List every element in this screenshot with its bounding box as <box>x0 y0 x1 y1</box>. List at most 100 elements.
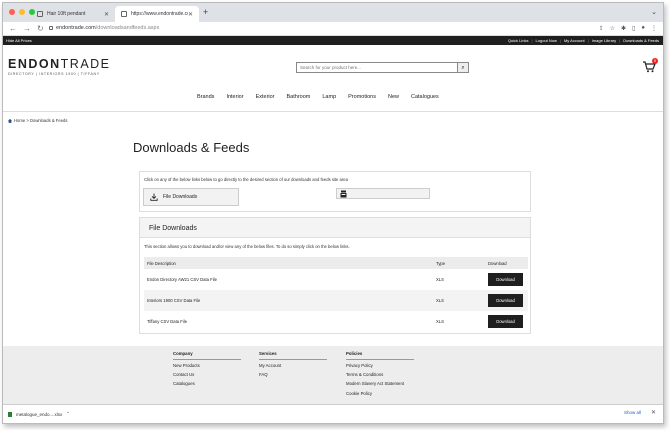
browser-downloads-bar: metalogue_endo....xlsx ⌃ Show all ✕ <box>3 404 663 423</box>
breadcrumb: Home > Downloads & Feeds <box>8 118 67 123</box>
address-bar-row: ← → ↻ endontrade.com/downloadsandfeeds.a… <box>3 22 663 36</box>
download-button[interactable]: Download <box>488 294 523 307</box>
footer-link-cookie-policy[interactable]: Cookie Policy <box>346 391 414 396</box>
close-window-button[interactable] <box>9 9 15 15</box>
files-table: File Description Type Download Endon Dir… <box>144 257 528 332</box>
my-account-link[interactable]: My Account <box>564 38 585 43</box>
header-divider <box>3 111 663 112</box>
separator: | <box>619 38 621 43</box>
quick-links-link[interactable]: Quick Links <box>508 38 529 43</box>
image-library-link[interactable]: Image Library <box>592 38 616 43</box>
file-type: XLS <box>436 277 444 282</box>
share-icon[interactable]: ⇪ <box>599 25 604 32</box>
search-input[interactable] <box>297 63 457 72</box>
breadcrumb-current: Downloads & Feeds <box>29 118 68 123</box>
file-description: Interiors 1900 CSV Data File <box>147 298 201 303</box>
top-links: Quick Links | Logout Now | My Account | … <box>508 38 659 43</box>
extensions-puzzle-icon[interactable]: ✱ <box>621 25 626 32</box>
search-button[interactable]: ⌕ <box>457 63 468 72</box>
nav-catalogues[interactable]: Catalogues <box>411 94 439 100</box>
download-button[interactable]: Download <box>488 315 523 328</box>
file-downloads-description: This section allows you to download and/… <box>144 244 350 249</box>
file-downloads-label: File Downloads <box>163 194 198 200</box>
forward-arrow-icon[interactable]: → <box>23 24 31 33</box>
column-header-type: Type <box>436 260 446 266</box>
tab-title: Hair 10ft pendant <box>47 11 86 17</box>
product-search: ⌕ <box>296 62 469 73</box>
tab-search-chevron-icon[interactable]: ⌄ <box>651 8 657 16</box>
minimize-window-button[interactable] <box>19 9 25 15</box>
site-top-bar: Hide All Prices Quick Links | Logout Now… <box>3 36 663 45</box>
file-downloads-header: File Downloads <box>140 218 530 238</box>
breadcrumb-home[interactable]: Home <box>14 118 25 123</box>
file-type: XLS <box>436 298 444 303</box>
back-arrow-icon[interactable]: ← <box>9 24 17 33</box>
browser-toolbar-icons: ⇪ ☆ ✱ ▯ ● ⋮ <box>599 25 657 32</box>
logo-tagline: DIRECTORY | INTERIORS 1900 | TIFFANY <box>8 72 100 76</box>
browser-window: Hair 10ft pendant ✕ https://www.endontra… <box>2 2 664 424</box>
close-downloads-bar-icon[interactable]: ✕ <box>651 409 656 416</box>
browser-menu-icon[interactable]: ⋮ <box>651 25 657 32</box>
feeds-link[interactable] <box>336 188 430 199</box>
sidebar-icon[interactable]: ▯ <box>632 25 635 32</box>
footer-link-faq[interactable]: FAQ <box>259 372 327 377</box>
nav-lamp[interactable]: Lamp <box>322 94 336 100</box>
page-title: Downloads & Feeds <box>133 140 250 155</box>
footer-heading: Company <box>173 351 241 360</box>
logo-bold-text: ENDON <box>8 57 61 71</box>
nav-promotions[interactable]: Promotions <box>348 94 376 100</box>
bookmark-star-icon[interactable]: ☆ <box>610 25 615 32</box>
browser-tab-2[interactable]: https://www.endontrade.com/ ✕ <box>115 6 199 22</box>
nav-new[interactable]: New <box>388 94 399 100</box>
cart-count-badge: 0 <box>652 58 658 64</box>
column-header-description: File Description <box>147 260 176 266</box>
footer-link-privacy-policy[interactable]: Privacy Policy <box>346 363 414 368</box>
footer-link-new-products[interactable]: New Products <box>173 363 241 368</box>
download-icon <box>150 193 158 201</box>
downloaded-file-item[interactable]: metalogue_endo....xlsx ⌃ <box>8 411 70 417</box>
url-field[interactable]: endontrade.com/downloadsandfeeds.aspx <box>49 25 159 31</box>
nav-exterior[interactable]: Exterior <box>256 94 275 100</box>
show-all-downloads-link[interactable]: Show all <box>624 410 641 415</box>
reload-icon[interactable]: ↻ <box>37 24 44 33</box>
profile-icon[interactable]: ● <box>641 25 645 32</box>
tab-close-icon[interactable]: ✕ <box>188 11 193 18</box>
nav-interior[interactable]: Interior <box>226 94 243 100</box>
download-button[interactable]: Download <box>488 273 523 286</box>
logout-link[interactable]: Logout Now <box>536 38 557 43</box>
footer-heading: Services <box>259 351 327 360</box>
footer-link-terms[interactable]: Terms & Conditions <box>346 372 414 377</box>
file-downloads-section: File Downloads This section allows you t… <box>139 217 531 334</box>
footer-company: Company New Products Contact Us Catalogu… <box>173 351 241 391</box>
nav-brands[interactable]: Brands <box>197 94 214 100</box>
tab-close-icon[interactable]: ✕ <box>104 11 109 18</box>
column-header-download: Download <box>488 260 507 266</box>
table-header: File Description Type Download <box>144 257 528 269</box>
footer-link-my-account[interactable]: My Account <box>259 363 327 368</box>
footer-link-modern-slavery[interactable]: Modern Slavery Act Statement <box>346 381 414 386</box>
nav-bathroom[interactable]: Bathroom <box>287 94 311 100</box>
section-links-box: Click on any of the below links below to… <box>139 171 531 212</box>
file-downloads-link[interactable]: File Downloads <box>143 188 239 206</box>
footer-link-contact-us[interactable]: Contact Us <box>173 372 241 377</box>
cart-button[interactable]: 0 <box>642 58 658 73</box>
downloads-feeds-link[interactable]: Downloads & Feeds <box>623 38 659 43</box>
feed-icon <box>340 190 347 198</box>
home-icon[interactable] <box>8 118 12 123</box>
file-description: Tiffany CSV Data File <box>147 319 188 324</box>
hide-prices-link[interactable]: Hide All Prices <box>6 38 32 43</box>
file-description: Endon Directory AW21 CSV Data File <box>147 277 217 282</box>
chevron-up-icon[interactable]: ⌃ <box>66 411 70 417</box>
spreadsheet-file-icon <box>8 411 12 417</box>
table-row: Interiors 1900 CSV Data File XLS Downloa… <box>144 290 528 311</box>
new-tab-button[interactable]: + <box>203 7 208 17</box>
main-navigation: Brands Interior Exterior Bathroom Lamp P… <box>197 94 451 100</box>
separator: | <box>559 38 561 43</box>
footer-link-catalogues[interactable]: Catalogues <box>173 381 241 386</box>
browser-tab-1[interactable]: Hair 10ft pendant ✕ <box>31 6 115 22</box>
footer-policies: Policies Privacy Policy Terms & Conditio… <box>346 351 414 400</box>
section-links-hint: Click on any of the below links below to… <box>144 177 348 182</box>
site-logo[interactable]: ENDONTRADE DIRECTORY | INTERIORS 1900 | … <box>8 57 111 76</box>
nav-buttons: ← → ↻ <box>9 24 44 33</box>
logo-thin-text: TRADE <box>60 57 111 71</box>
